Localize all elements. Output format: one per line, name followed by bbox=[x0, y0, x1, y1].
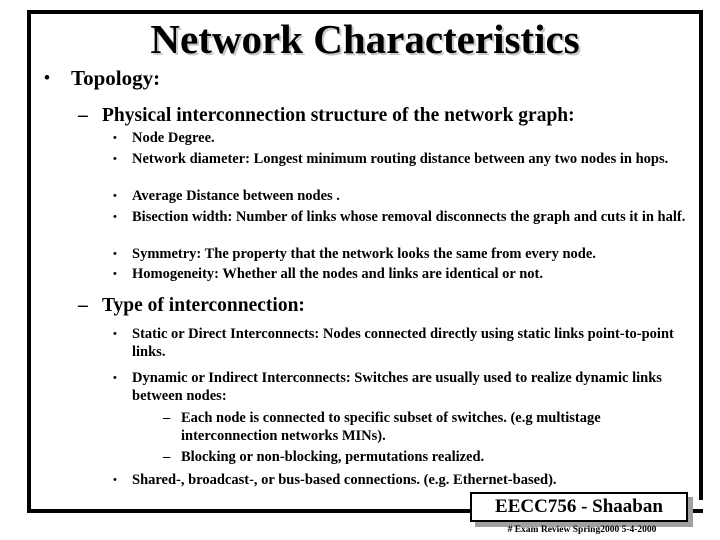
bullet-item: • Topology: bbox=[44, 66, 684, 90]
course-identifier-box: EECC756 - Shaaban bbox=[470, 492, 688, 522]
bullet-marker-icon: • bbox=[113, 211, 117, 223]
slide-border-right bbox=[699, 10, 703, 500]
slide-border-bottom-right bbox=[690, 509, 703, 513]
bullet-text: Topology: bbox=[71, 66, 161, 90]
bullet-text: Type of interconnection: bbox=[102, 295, 305, 316]
slide-border-bottom-left bbox=[27, 509, 471, 513]
bullet-marker-icon: • bbox=[113, 190, 117, 202]
slide-canvas: Network Characteristics • Topology: – Physi… bbox=[0, 0, 720, 540]
bullet-marker-icon: – bbox=[163, 410, 171, 426]
bullet-text: Static or Direct Interconnects: Nodes co… bbox=[132, 326, 674, 360]
slide-border-top bbox=[27, 10, 703, 14]
bullet-marker-icon: • bbox=[113, 328, 117, 340]
bullet-item: – Each node is connected to specific subs… bbox=[163, 410, 683, 445]
bullet-text: Network diameter: Longest minimum routin… bbox=[132, 151, 669, 167]
bullet-item: • Average Distance between nodes . bbox=[113, 188, 693, 206]
bullet-item: • Homogeneity: Whether all the nodes and … bbox=[113, 266, 693, 284]
bullet-text: Blocking or non-blocking, permutations r… bbox=[181, 449, 485, 465]
course-identifier-label: EECC756 - Shaaban bbox=[495, 496, 663, 517]
bullet-text: Node Degree. bbox=[132, 130, 215, 146]
bullet-item: • Bisection width: Number of links whose … bbox=[113, 209, 693, 227]
bullet-text: Bisection width: Number of links whose r… bbox=[132, 209, 686, 225]
bullet-marker-icon: – bbox=[78, 105, 88, 126]
slide-title: Network Characteristics bbox=[150, 16, 580, 62]
bullet-item: • Network diameter: Longest minimum routi… bbox=[113, 151, 693, 169]
bullet-text: Average Distance between nodes . bbox=[132, 188, 340, 204]
bullet-marker-icon: – bbox=[78, 295, 88, 316]
bullet-text: Shared-, broadcast-, or bus-based connec… bbox=[132, 472, 557, 488]
bullet-marker-icon: • bbox=[113, 372, 117, 384]
bullet-item: • Node Degree. bbox=[113, 130, 693, 148]
bullet-item: • Static or Direct Interconnects: Nodes c… bbox=[113, 326, 693, 361]
bullet-marker-icon: • bbox=[113, 248, 117, 260]
bullet-text: Physical interconnection structure of th… bbox=[102, 105, 575, 126]
bullet-text: Dynamic or Indirect Interconnects: Switc… bbox=[132, 370, 662, 404]
bullet-item: – Physical interconnection structure of t… bbox=[78, 104, 688, 127]
bullet-item: – Blocking or non-blocking, permutations … bbox=[163, 449, 683, 467]
bullet-marker-icon: • bbox=[113, 268, 117, 280]
bullet-item: • Dynamic or Indirect Interconnects: Swit… bbox=[113, 370, 693, 405]
slide-border-left bbox=[27, 10, 31, 513]
bullet-marker-icon: • bbox=[113, 474, 117, 486]
bullet-item: • Shared-, broadcast-, or bus-based conne… bbox=[113, 472, 693, 490]
bullet-text: Symmetry: The property that the network … bbox=[132, 246, 596, 262]
slide-meta-line: # Exam Review Spring2000 5-4-2000 bbox=[507, 525, 657, 535]
bullet-marker-icon: • bbox=[44, 68, 50, 87]
bullet-item: – Type of interconnection: bbox=[78, 294, 688, 317]
bullet-marker-icon: • bbox=[113, 153, 117, 165]
bullet-text: Each node is connected to specific subse… bbox=[181, 410, 601, 444]
bullet-marker-icon: – bbox=[163, 449, 171, 465]
bullet-item: • Symmetry: The property that the network… bbox=[113, 246, 693, 264]
bullet-text: Homogeneity: Whether all the nodes and l… bbox=[132, 266, 543, 282]
bullet-marker-icon: • bbox=[113, 132, 117, 144]
